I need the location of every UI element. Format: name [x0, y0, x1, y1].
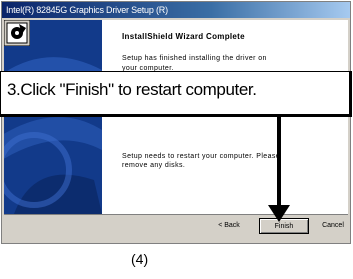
- callout-text: 3.Click "Finish" to restart computer.: [7, 80, 257, 99]
- arrow-head-icon: [268, 205, 290, 222]
- back-button[interactable]: < Back: [205, 218, 253, 234]
- cancel-button[interactable]: Cancel: [314, 218, 352, 234]
- figure-caption: (4): [131, 251, 149, 267]
- window-title: Intel(R) 82845G Graphics Driver Setup (R…: [2, 2, 350, 18]
- wizard-restart-text: Setup needs to restart your computer. Pl…: [122, 153, 281, 169]
- wizard-side-panel: [4, 20, 102, 214]
- wizard-install-icon: [4, 20, 30, 46]
- instruction-callout: 3.Click "Finish" to restart computer.: [0, 71, 352, 117]
- side-panel-graphic: [4, 20, 102, 214]
- arrow-down-icon: [277, 117, 281, 207]
- wizard-dialog: Intel(R) 82845G Graphics Driver Setup (R…: [1, 1, 351, 244]
- wizard-content: InstallShield Wizard Complete Setup has …: [4, 20, 348, 214]
- wizard-heading: InstallShield Wizard Complete: [122, 32, 245, 41]
